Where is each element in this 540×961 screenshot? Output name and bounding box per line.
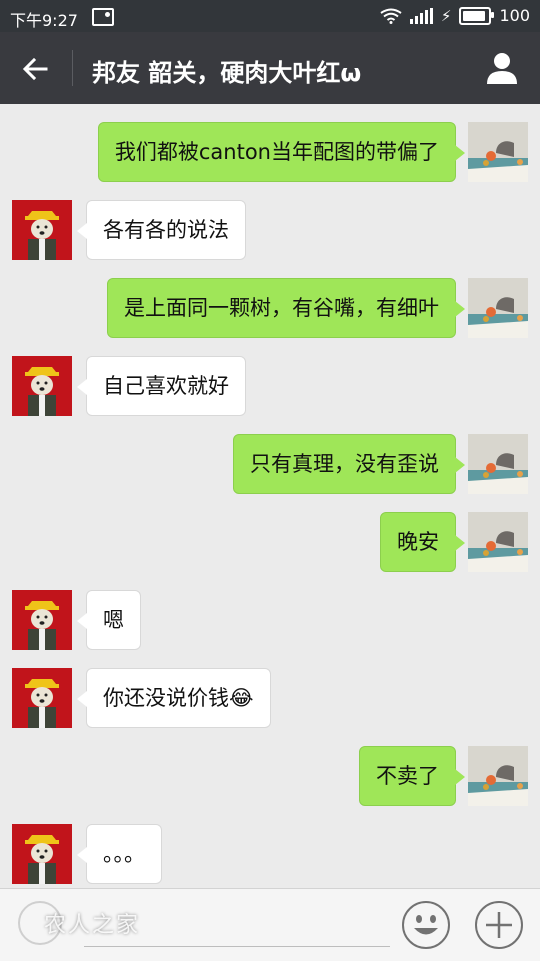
status-time: 下午9:27 (10, 11, 78, 30)
message-bubble[interactable]: 晚安 (380, 512, 465, 572)
sent-message: 不卖了 (0, 746, 540, 806)
friend-avatar[interactable] (12, 356, 72, 416)
my-avatar[interactable] (468, 434, 528, 494)
message-bubble[interactable]: 。。。 (77, 824, 162, 884)
message-bubble[interactable]: 不卖了 (359, 746, 465, 806)
my-avatar[interactable] (468, 122, 528, 182)
status-icons: ⚡ 100 (380, 6, 530, 25)
chat-title: 邦友 韶关，硬肉大叶红ω (92, 59, 362, 87)
divider (72, 50, 73, 86)
message-bubble[interactable]: 只有真理，没有歪说 (233, 434, 465, 494)
message-bubble[interactable]: 是上面同一颗树，有谷嘴，有细叶 (107, 278, 465, 338)
sent-message: 只有真理，没有歪说 (0, 434, 540, 494)
status-bar: 下午9:27 ⚡ 100 (0, 0, 540, 32)
friend-avatar[interactable] (12, 590, 72, 650)
battery-icon (459, 6, 495, 25)
battery-level: 100 (499, 6, 530, 25)
message-list[interactable]: 我们都被canton当年配图的带偏了各有各的说法是上面同一颗树，有谷嘴，有细叶自… (0, 104, 540, 888)
input-bar: 农人之家 (0, 888, 540, 961)
message-bubble[interactable]: 嗯 (77, 590, 141, 650)
message-bubble[interactable]: 自己喜欢就好 (77, 356, 246, 416)
friend-avatar[interactable] (12, 824, 72, 884)
signal-icon (409, 7, 433, 24)
sent-message: 晚安 (0, 512, 540, 572)
message-bubble[interactable]: 各有各的说法 (77, 200, 246, 260)
title-bar: 邦友 韶关，硬肉大叶红ω (0, 32, 540, 104)
message-bubble[interactable]: 我们都被canton当年配图的带偏了 (97, 122, 466, 182)
message-input[interactable] (84, 946, 390, 947)
my-avatar[interactable] (468, 746, 528, 806)
screenshot-icon (92, 8, 114, 26)
friend-avatar[interactable] (12, 200, 72, 260)
friend-avatar[interactable] (12, 668, 72, 728)
message-bubble[interactable]: 你还没说价钱😂 (77, 668, 271, 728)
wifi-icon (380, 8, 402, 24)
back-arrow-icon[interactable] (20, 54, 50, 84)
sent-message: 我们都被canton当年配图的带偏了 (0, 122, 540, 182)
charging-icon: ⚡ (440, 6, 452, 25)
received-message: 。。。 (0, 824, 540, 884)
plus-icon[interactable] (474, 900, 524, 950)
received-message: 各有各的说法 (0, 200, 540, 260)
received-message: 嗯 (0, 590, 540, 650)
watermark: 农人之家 (44, 913, 141, 938)
my-avatar[interactable] (468, 512, 528, 572)
smiley-icon[interactable] (401, 900, 451, 950)
received-message: 自己喜欢就好 (0, 356, 540, 416)
person-icon[interactable] (484, 50, 520, 86)
sent-message: 是上面同一颗树，有谷嘴，有细叶 (0, 278, 540, 338)
received-message: 你还没说价钱😂 (0, 668, 540, 728)
my-avatar[interactable] (468, 278, 528, 338)
